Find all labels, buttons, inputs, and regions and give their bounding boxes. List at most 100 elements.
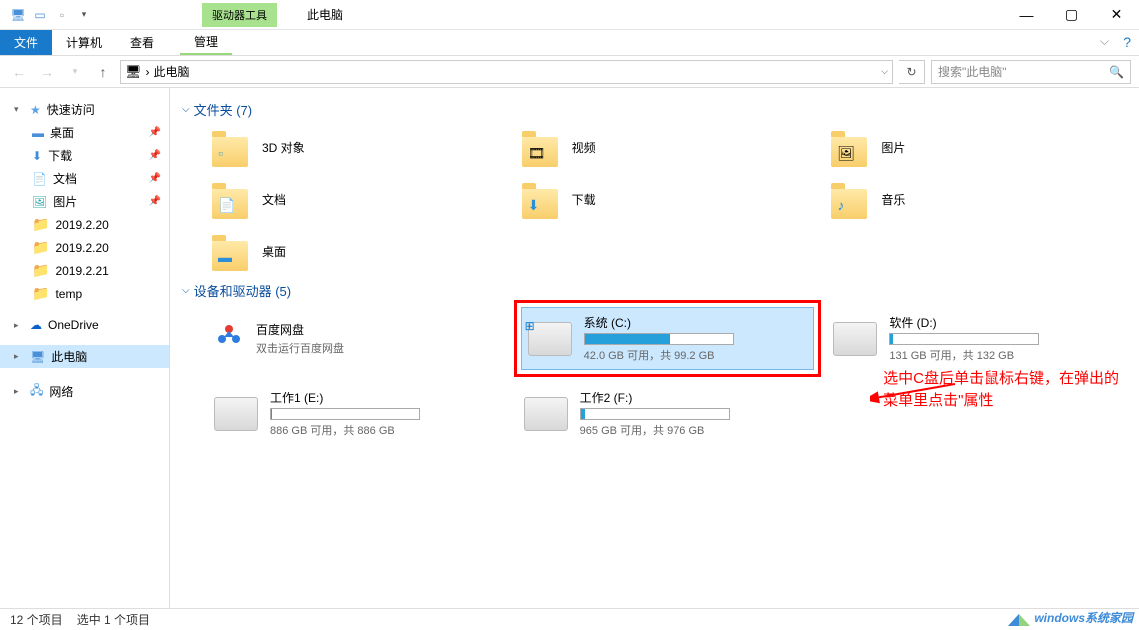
- expand-icon[interactable]: ▸: [14, 351, 24, 362]
- forward-button[interactable]: →: [36, 61, 58, 83]
- app-icon: 🖥: [8, 5, 28, 25]
- chevron-down-icon: ⌵: [182, 285, 190, 296]
- folder-icon: 📁: [32, 262, 49, 279]
- qat-properties-icon[interactable]: ▭: [30, 5, 50, 25]
- address-sep: ›: [146, 65, 150, 79]
- folder-pictures[interactable]: 🖼图片: [827, 123, 1127, 171]
- address-location[interactable]: 此电脑: [154, 63, 190, 80]
- folder-videos[interactable]: 🎞视频: [518, 123, 818, 171]
- drive-icon: [833, 322, 877, 356]
- sidebar-item-desktop[interactable]: ▬桌面📌: [0, 121, 169, 144]
- desktop-icon: ▬: [32, 126, 44, 140]
- expand-icon[interactable]: ▾: [14, 104, 24, 115]
- qat-dropdown-icon[interactable]: ▾: [74, 5, 94, 25]
- sidebar-network[interactable]: ▸🖧网络: [0, 378, 169, 405]
- content-area: ⌵ 文件夹 (7) ▫3D 对象 🎞视频 🖼图片 📄文档 ⬇下载 ♪音乐 ▬桌面…: [170, 88, 1139, 608]
- navigation-pane: ▾ ★ 快速访问 ▬桌面📌 ⬇下载📌 📄文档📌 🖼图片📌 📁2019.2.20 …: [0, 88, 170, 608]
- folder-icon: 📁: [32, 216, 49, 233]
- back-button[interactable]: ←: [8, 61, 30, 83]
- drive-tools-tab[interactable]: 驱动器工具: [202, 3, 277, 27]
- folders-group-header[interactable]: ⌵ 文件夹 (7): [182, 100, 1127, 119]
- folder-desktop[interactable]: ▬桌面: [208, 227, 508, 275]
- selected-count: 选中 1 个项目: [77, 611, 150, 628]
- maximize-button[interactable]: ▢: [1049, 0, 1094, 30]
- drive-f-work2[interactable]: 工作2 (F:) 965 GB 可用，共 976 GB: [518, 383, 818, 444]
- annotation-text: 选中C盘后单击鼠标右键，在弹出的 菜单里点击"属性: [883, 368, 1119, 412]
- drive-c-system[interactable]: ⊞ 系统 (C:) 42.0 GB 可用，共 99.2 GB: [521, 307, 815, 370]
- folder-icon: 📁: [32, 285, 49, 302]
- help-icon[interactable]: ?: [1123, 34, 1131, 50]
- pin-icon: 📌: [149, 173, 161, 184]
- network-icon: 🖧: [30, 381, 43, 402]
- storage-bar: [889, 333, 1039, 345]
- devices-group-header[interactable]: ⌵ 设备和驱动器 (5): [182, 281, 1127, 300]
- item-count: 12 个项目: [10, 611, 63, 628]
- sidebar-this-pc[interactable]: ▸🖥此电脑: [0, 345, 169, 368]
- drive-d-software[interactable]: 软件 (D:) 131 GB 可用，共 132 GB: [827, 304, 1127, 373]
- storage-bar: [580, 408, 730, 420]
- annotation-highlight: ⊞ 系统 (C:) 42.0 GB 可用，共 99.2 GB: [514, 300, 822, 377]
- minimize-button[interactable]: —: [1004, 0, 1049, 30]
- drive-icon: ⊞: [528, 322, 572, 356]
- folder-icon: 📁: [32, 239, 49, 256]
- drive-tools-label: 驱动器工具: [212, 10, 267, 22]
- expand-icon[interactable]: ▸: [14, 320, 24, 331]
- window-title: 此电脑: [307, 6, 343, 23]
- folder-music[interactable]: ♪音乐: [827, 175, 1127, 223]
- sidebar-onedrive[interactable]: ▸☁OneDrive: [0, 315, 169, 335]
- star-icon: ★: [30, 103, 41, 117]
- view-tab[interactable]: 查看: [116, 30, 168, 55]
- up-button[interactable]: ↑: [92, 61, 114, 83]
- pin-icon: 📌: [149, 150, 161, 161]
- computer-tab[interactable]: 计算机: [52, 30, 116, 55]
- close-button[interactable]: ✕: [1094, 0, 1139, 30]
- titlebar: 🖥 ▭ ▫ ▾ 驱动器工具 此电脑 — ▢ ✕: [0, 0, 1139, 30]
- drive-baidu-netdisk[interactable]: 百度网盘 双击运行百度网盘: [208, 304, 508, 373]
- drive-icon: [524, 397, 568, 431]
- recent-dropdown[interactable]: ▾: [64, 61, 86, 83]
- sidebar-item-pictures[interactable]: 🖼图片📌: [0, 190, 169, 213]
- folders-grid: ▫3D 对象 🎞视频 🖼图片 📄文档 ⬇下载 ♪音乐 ▬桌面: [182, 123, 1127, 275]
- cloud-icon: ☁: [30, 318, 42, 332]
- folder-documents[interactable]: 📄文档: [208, 175, 508, 223]
- search-placeholder: 搜索"此电脑": [938, 63, 1007, 80]
- storage-bar: [270, 408, 420, 420]
- refresh-button[interactable]: ↻: [899, 60, 925, 84]
- window-controls: — ▢ ✕: [1004, 0, 1139, 30]
- quick-access-toolbar: 🖥 ▭ ▫ ▾: [0, 3, 102, 27]
- baidu-icon: [214, 321, 244, 357]
- ribbon-tabs: 文件 计算机 查看 管理 ⌵ ?: [0, 30, 1139, 56]
- pin-icon: 📌: [149, 196, 161, 207]
- sidebar-item-downloads[interactable]: ⬇下载📌: [0, 144, 169, 167]
- manage-tab[interactable]: 管理: [180, 30, 232, 55]
- pin-icon: 📌: [149, 127, 161, 138]
- search-box[interactable]: 搜索"此电脑" 🔍: [931, 60, 1131, 84]
- folder-downloads[interactable]: ⬇下载: [518, 175, 818, 223]
- chevron-down-icon: ⌵: [182, 104, 190, 115]
- drive-e-work1[interactable]: 工作1 (E:) 886 GB 可用，共 886 GB: [208, 383, 508, 444]
- qat-new-icon[interactable]: ▫: [52, 5, 72, 25]
- expand-icon[interactable]: ▸: [14, 386, 24, 397]
- folder-3d-objects[interactable]: ▫3D 对象: [208, 123, 508, 171]
- ribbon-collapse-icon[interactable]: ⌵: [1100, 34, 1109, 49]
- address-dropdown-icon[interactable]: ⌵: [881, 66, 888, 77]
- sidebar-item-folder[interactable]: 📁2019.2.20: [0, 213, 169, 236]
- sidebar-quick-access[interactable]: ▾ ★ 快速访问: [0, 98, 169, 121]
- navigation-bar: ← → ▾ ↑ 🖥 › 此电脑 ⌵ ↻ 搜索"此电脑" 🔍: [0, 56, 1139, 88]
- sidebar-item-folder[interactable]: 📁2019.2.21: [0, 259, 169, 282]
- storage-bar: [584, 333, 734, 345]
- file-tab[interactable]: 文件: [0, 30, 52, 55]
- picture-icon: 🖼: [32, 195, 47, 209]
- status-bar: 12 个项目 选中 1 个项目: [0, 608, 1139, 630]
- search-icon[interactable]: 🔍: [1109, 65, 1124, 79]
- download-icon: ⬇: [32, 149, 42, 163]
- watermark: windows系统家园: [1006, 606, 1133, 628]
- sidebar-item-folder[interactable]: 📁temp: [0, 282, 169, 305]
- sidebar-item-documents[interactable]: 📄文档📌: [0, 167, 169, 190]
- document-icon: 📄: [32, 172, 47, 186]
- drive-icon: [214, 397, 258, 431]
- pc-icon: 🖥: [30, 350, 45, 364]
- address-bar[interactable]: 🖥 › 此电脑 ⌵: [120, 60, 893, 84]
- sidebar-item-folder[interactable]: 📁2019.2.20: [0, 236, 169, 259]
- sidebar-label: 快速访问: [47, 101, 95, 118]
